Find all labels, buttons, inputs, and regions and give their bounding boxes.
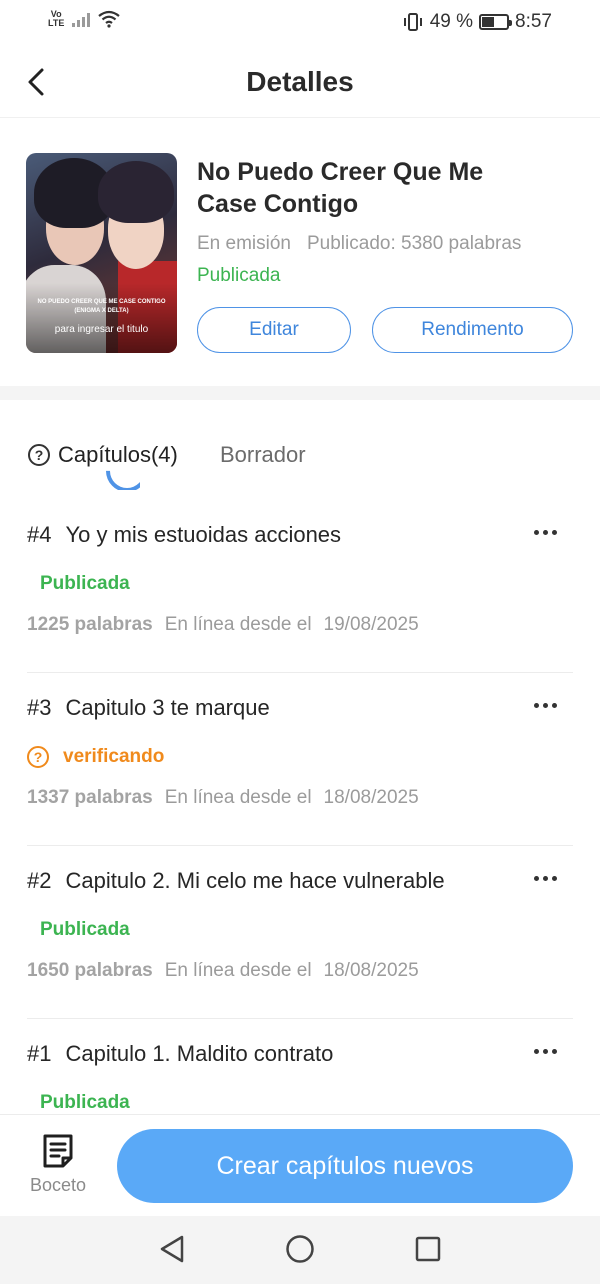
app-header: Detalles: [0, 46, 600, 118]
system-nav-bar: [0, 1216, 600, 1284]
more-options-icon[interactable]: [534, 703, 557, 708]
cover-title: NO PUEDO CREER QUE ME CASE CONTIGO (ENIG…: [37, 299, 166, 314]
chapter-title: #4 Yo y mis estuoidas acciones: [27, 522, 341, 548]
tab-draft[interactable]: Borrador: [220, 442, 306, 468]
status-right: 49 % 8:57: [402, 11, 552, 33]
more-options-icon[interactable]: [534, 876, 557, 881]
volte-indicator: Vo LTE: [48, 9, 65, 28]
chapter-meta: 1225 palabras En línea desde el 19/08/2025: [27, 614, 419, 636]
chapter-status-label: verificando: [63, 746, 165, 767]
chapter-meta: 1337 palabras En línea desde el 18/08/2025: [27, 787, 419, 809]
sketch-label: Boceto: [29, 1175, 87, 1195]
create-chapter-button[interactable]: Crear capítulos nuevos: [117, 1129, 573, 1203]
battery-fill: [482, 17, 495, 27]
chapter-status: Publicada: [40, 573, 130, 595]
chapter-status: ? verificando: [27, 746, 164, 768]
chapter-date: 18/08/2025: [323, 787, 419, 808]
chapter-name: Capitulo 3 te marque: [65, 695, 270, 720]
cover-caption: para ingresar el titulo: [54, 324, 149, 335]
tab-bar: ? Capítulos(4) Borrador: [0, 400, 600, 500]
chapter-status: Publicada: [40, 1092, 130, 1114]
chapter-status-label: Publicada: [40, 1092, 130, 1113]
book-info: NO PUEDO CREER QUE ME CASE CONTIGO (ENIG…: [0, 118, 600, 386]
question-warning-icon: ?: [27, 746, 49, 768]
chapter-title: #3 Capitulo 3 te marque: [27, 695, 270, 721]
cover-shade: [26, 283, 177, 353]
more-options-icon[interactable]: [534, 530, 557, 535]
chapter-row[interactable]: #2 Capitulo 2. Mi celo me hace vulnerable…: [27, 846, 573, 1019]
chapter-number: #1: [27, 1041, 52, 1066]
book-status: Publicada: [197, 265, 281, 286]
serial-status: En emisión: [197, 233, 291, 254]
signal-icon: [72, 11, 91, 27]
notepad-icon: [43, 1134, 73, 1168]
chapter-row[interactable]: #3 Capitulo 3 te marque ? verificando 1337…: [27, 673, 573, 846]
book-title: No Puedo Creer Que Me Case Contigo: [197, 158, 484, 218]
chapter-meta: 1650 palabras En línea desde el 18/08/2025: [27, 960, 419, 982]
chapter-title: #2 Capitulo 2. Mi celo me hace vulnerable: [27, 868, 445, 894]
chapter-number: #2: [27, 868, 52, 893]
active-tab-indicator: [106, 470, 140, 490]
clock: 8:57: [515, 11, 552, 32]
published-words: Publicado: 5380 palabras: [307, 233, 522, 254]
chapter-status: Publicada: [40, 919, 130, 941]
status-left: Vo LTE: [48, 9, 121, 28]
battery-percent: 49 %: [429, 11, 474, 32]
chapter-date: 18/08/2025: [323, 960, 419, 981]
help-icon[interactable]: ?: [28, 444, 50, 466]
battery-icon: [479, 14, 513, 30]
nav-home-icon[interactable]: [285, 1234, 315, 1264]
edit-button[interactable]: Editar: [197, 307, 351, 353]
chapter-name: Capitulo 2. Mi celo me hace vulnerable: [65, 868, 445, 893]
chapter-online-label: En línea desde el: [164, 787, 312, 808]
wifi-icon: [98, 10, 121, 28]
performance-button[interactable]: Rendimento: [372, 307, 573, 353]
sketch-button[interactable]: Boceto: [22, 1133, 94, 1196]
chapter-words: 1225 palabras: [27, 614, 153, 635]
status-bar: Vo LTE 49 % 8:57: [0, 0, 600, 46]
chapter-number: #3: [27, 695, 52, 720]
nav-recents-icon[interactable]: [414, 1234, 442, 1264]
book-cover[interactable]: NO PUEDO CREER QUE ME CASE CONTIGO (ENIG…: [26, 153, 177, 353]
chapter-words: 1337 palabras: [27, 787, 153, 808]
more-options-icon[interactable]: [534, 1049, 557, 1054]
chapter-status-label: Publicada: [40, 573, 130, 594]
chapter-title: #1 Capitulo 1. Maldito contrato: [27, 1041, 333, 1067]
chapter-list: #4 Yo y mis estuoidas acciones Publicada …: [0, 500, 600, 1114]
nav-back-icon[interactable]: [158, 1234, 186, 1264]
chapter-online-label: En línea desde el: [164, 614, 312, 635]
tab-chapters[interactable]: ? Capítulos(4): [28, 442, 178, 468]
chapter-name: Yo y mis estuoidas acciones: [65, 522, 342, 547]
chapter-status-label: Publicada: [40, 919, 130, 940]
section-divider: [0, 386, 600, 400]
chapter-words: 1650 palabras: [27, 960, 153, 981]
vibrate-icon: [403, 13, 422, 31]
cover-art: [98, 161, 174, 223]
chapter-online-label: En línea desde el: [164, 960, 312, 981]
chapter-row[interactable]: #4 Yo y mis estuoidas acciones Publicada …: [27, 500, 573, 673]
bottom-action-bar: Boceto Crear capítulos nuevos: [0, 1114, 600, 1216]
tab-chapters-label: Capítulos(4): [58, 442, 178, 467]
book-meta: En emisión Publicado: 5380 palabras: [197, 233, 521, 255]
chapter-number: #4: [27, 522, 52, 547]
chapter-name: Capitulo 1. Maldito contrato: [65, 1041, 334, 1066]
chapter-date: 19/08/2025: [323, 614, 419, 635]
page-title: Detalles: [246, 66, 354, 97]
chapter-row[interactable]: #1 Capitulo 1. Maldito contrato Publicada: [27, 1019, 573, 1114]
